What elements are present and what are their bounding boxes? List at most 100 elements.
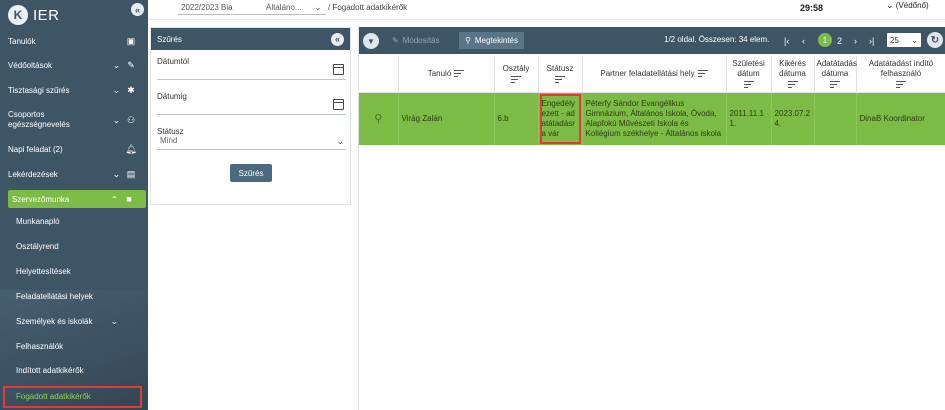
sidebar-item-tanulok[interactable]: Tanulók ▣ (0, 33, 148, 49)
sidebar-item-szervezomunka[interactable]: Szervezőmunka ⌃ ■ (8, 190, 146, 208)
school-year-selector[interactable]: 2022/2023 Bia (181, 3, 233, 12)
sidebar-item-tisztasagi-szures[interactable]: Tisztasági szűrés ⌄ ✱ (0, 82, 148, 98)
sidebar-subitem-osztalyrend[interactable]: Osztályrend (0, 238, 148, 254)
date-from-input[interactable] (157, 64, 346, 80)
results-panel: ▼ ✎ Módosítás ⚲ Megtekintés 1/2 oldal. Ö… (358, 27, 945, 410)
column-header-label: Születési dátum (732, 59, 765, 79)
pencil-icon: ✎ (392, 36, 399, 45)
filter-panel: Szűrés « Dátumtól Dátumig Státusz Mind ⌄… (150, 27, 351, 205)
status-label: Státusz (157, 127, 184, 136)
sidebar-subitem-label: Munkanapló (16, 216, 60, 226)
view-label: Megtekintés (474, 36, 518, 45)
chevron-down-icon: ⌄ (336, 136, 344, 146)
filter-toggle-icon[interactable]: ▼ (363, 33, 379, 49)
status-field[interactable]: Státusz Mind ⌄ (157, 127, 346, 150)
table-header-row: Tanuló Osztály Státusz Partner feladatel… (359, 56, 945, 93)
logo-mark: K (8, 5, 28, 25)
table-row[interactable]: ⚲ Virág Zalán 6.b Engedélyezett - adatát… (359, 92, 945, 145)
sidebar-subitem-helyettesitesek[interactable]: Helyettesítések (0, 263, 148, 279)
search-icon[interactable]: ⚲ (362, 113, 395, 124)
page-2[interactable]: 2 (837, 33, 842, 48)
modify-button[interactable]: ✎ Módosítás (386, 32, 446, 49)
calendar-icon[interactable] (333, 64, 344, 75)
sidebar-subitem-munkanaplo[interactable]: Munkanapló (0, 213, 148, 229)
sidebar-item-lekerdezesek[interactable]: Lekérdezések ⌄ ▤ (0, 166, 148, 182)
row-view-cell[interactable]: ⚲ (359, 92, 399, 145)
id-card-icon: ▣ (126, 35, 136, 46)
status-select[interactable]: Mind ⌄ (157, 136, 346, 150)
view-button[interactable]: ⚲ Megtekintés (459, 32, 524, 49)
results-table: Tanuló Osztály Státusz Partner feladatel… (359, 56, 945, 145)
selector-underline (178, 14, 326, 15)
sidebar-item-label: Védőoltások (8, 60, 53, 70)
chevron-down-icon[interactable]: ⌄ (314, 2, 322, 13)
sidebar-subitem-szemelyek-es-iskolak[interactable]: Személyek és iskolák ⌄ (0, 313, 148, 329)
date-to-input[interactable] (157, 99, 346, 115)
briefcase-icon: ■ (126, 194, 132, 204)
sidebar-subitem-inditott-adatkikerok[interactable]: Indított adatkikérők (0, 362, 148, 378)
sidebar-item-label: Lekérdezések (8, 169, 58, 179)
sort-icon[interactable] (896, 81, 906, 89)
column-header-student[interactable]: Tanuló (398, 56, 495, 93)
cell-transfer-date (814, 92, 857, 145)
chevron-down-icon: ⌄ (112, 115, 121, 125)
sidebar-item-label: Tanulók (8, 36, 36, 46)
column-header-transfer-date[interactable]: Adatátadás dátuma (814, 56, 857, 93)
prev-page-icon[interactable]: ‹ (802, 33, 805, 48)
date-to-field[interactable]: Dátumig (157, 92, 346, 115)
column-header-request-date[interactable]: Kikérés dátuma (771, 56, 815, 93)
last-page-icon[interactable]: ›| (869, 33, 874, 48)
sidebar-item-napi-feladat[interactable]: Napi feladat (2) 🔔︎ (0, 141, 148, 157)
group-icon: ⚇ (126, 114, 136, 125)
column-header-initiator[interactable]: Adatátadást indító felhasználó (856, 56, 945, 93)
top-bar: 2022/2023 Bia Általáno... ⌄ / Fogadott a… (148, 0, 945, 20)
column-header-label: Tanuló (427, 68, 452, 78)
highlight-box (539, 93, 581, 144)
column-header-label: Adatátadást indító felhasználó (868, 59, 934, 79)
sidebar-subitem-felhasznalok[interactable]: Felhasználók (0, 338, 148, 354)
column-header-status[interactable]: Státusz (538, 56, 583, 93)
filter-header: Szűrés « (151, 28, 350, 50)
sidebar-subitem-label: Helyettesítések (16, 266, 71, 276)
sidebar-subitem-label: Személyek és iskolák (16, 316, 93, 326)
chevron-down-icon: ⌄ (911, 35, 918, 45)
sidebar-item-csoportos-egeszsegneveles[interactable]: Csoportos egészségnevelés ⌄ ⚇ (0, 108, 148, 132)
page-size-select[interactable]: 25 ⌄ (887, 33, 921, 47)
column-header-label: Osztály (502, 64, 530, 74)
chevron-down-icon: ⌄ (112, 60, 121, 70)
sidebar-item-vedooltasok[interactable]: Védőoltások ⌄ ✎ (0, 57, 148, 73)
sidebar-subitem-label: Indított adatkikérők (16, 365, 84, 375)
sort-icon[interactable] (743, 81, 754, 89)
page-1[interactable]: 1 (818, 33, 832, 47)
bell-icon: 🔔︎ (125, 143, 137, 154)
sort-icon[interactable] (511, 76, 521, 84)
sort-icon[interactable] (555, 76, 565, 84)
filter-button[interactable]: Szűrés (230, 164, 272, 182)
first-page-icon[interactable]: |‹ (784, 33, 789, 48)
column-header-partner[interactable]: Partner feladatellátási hely (582, 56, 727, 93)
next-page-icon[interactable]: › (854, 33, 857, 48)
chevron-down-icon: ⌄ (112, 85, 121, 95)
status-value: Mind (160, 136, 178, 145)
calendar-icon[interactable] (333, 99, 344, 110)
column-header-class[interactable]: Osztály (494, 56, 539, 93)
column-header-birth-date[interactable]: Születési dátum (726, 56, 772, 93)
refresh-icon[interactable]: ↻ (927, 32, 943, 48)
sort-icon[interactable] (830, 81, 840, 89)
column-header-select (359, 56, 399, 93)
user-role[interactable]: ⌄ (Védőnő) (886, 0, 929, 11)
sidebar: K IER « Tanulók ▣ Védőoltások ⌄ ✎ Tisztas… (0, 0, 148, 410)
collapse-sidebar-button[interactable]: « (131, 3, 144, 16)
bug-icon: ✱ (127, 84, 135, 95)
sort-icon[interactable] (454, 70, 465, 78)
collapse-filter-button[interactable]: « (331, 32, 344, 46)
column-header-label: Státusz (546, 64, 574, 74)
column-header-label: Adatátadás dátuma (816, 59, 857, 79)
sidebar-subitem-feladatellatasi-helyek[interactable]: Feladatellátási helyek (0, 288, 148, 304)
date-from-field[interactable]: Dátumtól (157, 57, 346, 80)
sort-icon[interactable] (787, 81, 798, 89)
column-header-label: Kikérés dátuma (779, 59, 806, 79)
chevron-up-icon: ⌃ (110, 194, 119, 204)
sort-icon[interactable] (697, 70, 708, 78)
cell-status: Engedélyezett - adatátadásra vár (538, 92, 583, 145)
